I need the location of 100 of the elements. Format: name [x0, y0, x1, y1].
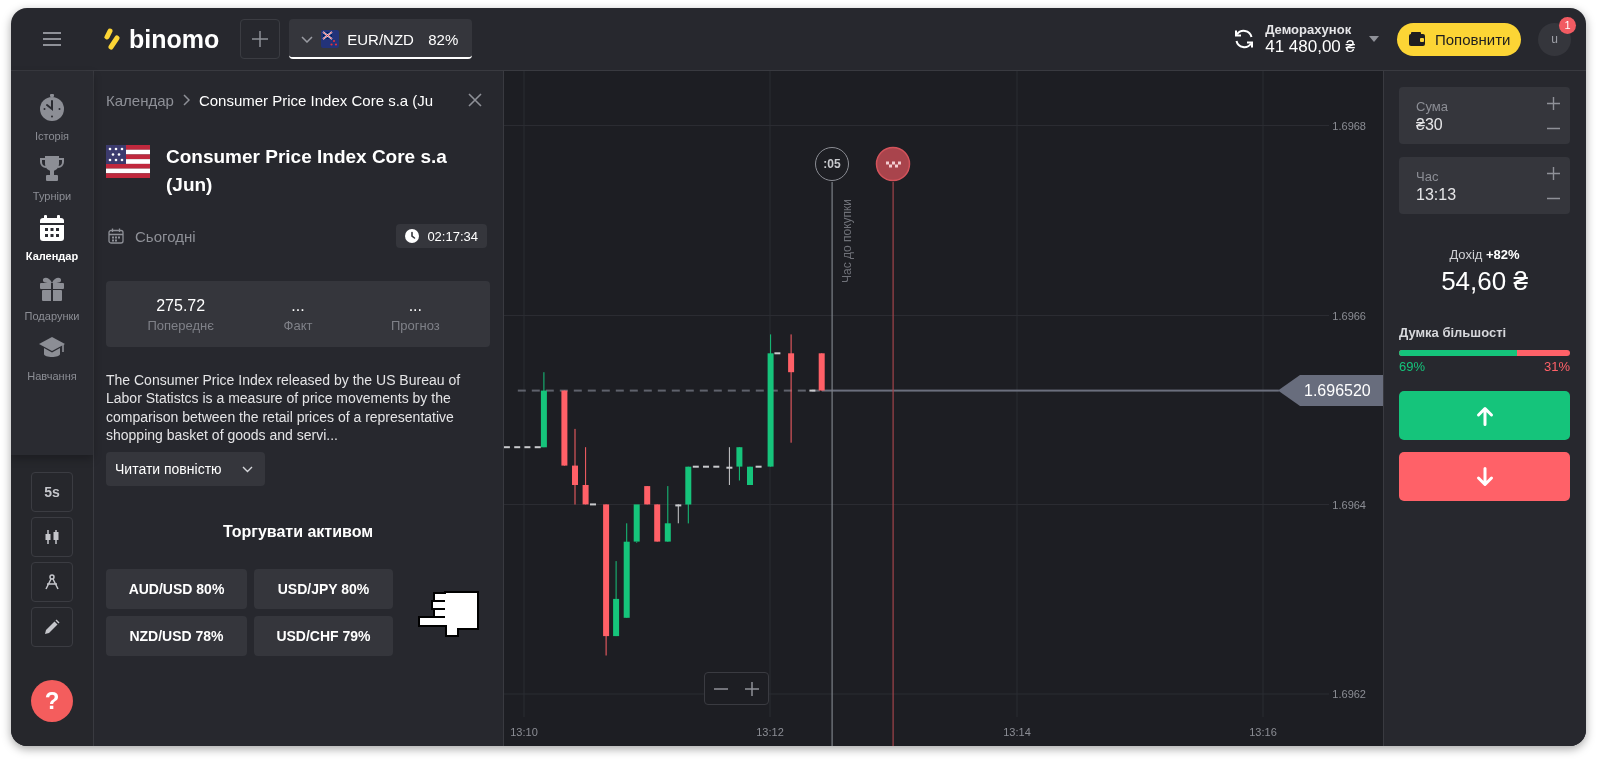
flat-candle [692, 465, 699, 468]
down-percent: 31% [1543, 360, 1570, 374]
price-axis-label: 1.6964 [1332, 497, 1366, 512]
price-axis-label: 1.6962 [1332, 687, 1366, 701]
field-label: Час [1416, 169, 1440, 185]
plus-icon[interactable] [1547, 97, 1560, 110]
finish-flag-icon [875, 146, 911, 182]
candle [726, 447, 733, 485]
field-value: 13:13 [1416, 185, 1457, 205]
time-axis-label: 13:16 [1248, 725, 1278, 739]
field-value: ₴30 [1416, 115, 1444, 135]
flat-candle [514, 446, 521, 449]
sync-icon[interactable] [1233, 28, 1256, 50]
interval-button[interactable]: 5s [31, 472, 73, 512]
candle [664, 486, 671, 542]
countdown-time: 02:17:34 [427, 228, 478, 244]
candle [747, 466, 753, 485]
stat-label: Прогноз [390, 318, 440, 334]
asset-button[interactable]: NZD/USD 78% [106, 616, 247, 657]
indicators-button[interactable] [31, 562, 73, 602]
amount-field[interactable]: Сума ₴30 [1399, 87, 1570, 144]
breadcrumb-current: Consumer Price Index Core s.a (Ju [198, 91, 434, 109]
plus-icon[interactable] [745, 681, 760, 696]
time-axis-label: 13:12 [755, 725, 785, 739]
trade-asset-heading: Торгувати активом [221, 522, 375, 543]
stat-value: ... [291, 296, 305, 316]
price-axis-label: 1.6966 [1332, 308, 1366, 323]
stat-label: Попереднє [147, 318, 214, 334]
candle [644, 486, 651, 505]
asset-button[interactable]: USD/CHF 79% [254, 616, 393, 657]
hand-pointer-icon [418, 590, 480, 637]
nav-item[interactable]: Історія [34, 94, 70, 143]
chevron-down-icon [301, 35, 314, 43]
flat-candle [524, 446, 531, 449]
calendar-icon [38, 214, 66, 242]
flat-candle [774, 352, 781, 355]
stat-label: Факт [283, 318, 313, 334]
profit-amount: 54,60 ₴ [1440, 266, 1529, 296]
current-price-tag: 1.696520 [1278, 375, 1383, 406]
flat-candle [809, 389, 816, 392]
event-description: The Consumer Price Index released by the US Bureau of Labor Statistcs is a measure of price movements by the comparison between the retail prices of a representative shopping basket of goods and servi... [106, 371, 462, 445]
payout-label: Дохід +82% [1448, 247, 1521, 263]
field-label: Сума [1416, 99, 1448, 115]
time-field[interactable]: Час 13:13 [1399, 157, 1570, 214]
up-percent: 69% [1399, 360, 1426, 374]
nav-item[interactable]: Турніри [32, 154, 72, 203]
candle [633, 504, 640, 543]
wallet-icon [1409, 32, 1425, 46]
flat-candle [504, 446, 510, 449]
candle [675, 504, 682, 524]
flat-candle [713, 465, 720, 468]
sentiment-title: Думка більшості [1399, 325, 1508, 341]
chevron-right-icon [182, 94, 190, 106]
candle [736, 447, 743, 481]
flat-candle [703, 465, 709, 468]
pencil-icon [44, 619, 60, 635]
stat-value: ... [408, 296, 422, 316]
account-type: Деморахунок [1265, 21, 1353, 37]
nav-item[interactable]: Подарунки [24, 274, 80, 323]
time-axis-label: 13:10 [509, 725, 539, 739]
asset-button[interactable]: USD/JPY 80% [254, 569, 393, 610]
countdown-timer: :05 [815, 147, 849, 181]
nav-item[interactable]: Календар [25, 214, 79, 263]
time-axis-label: 13:14 [1002, 725, 1032, 739]
asset-tab[interactable]: EUR/NZD 82% [289, 19, 473, 59]
event-title: Consumer Price Index Core s.a (Jun) [166, 145, 448, 197]
trophy-icon [38, 154, 66, 182]
close-icon[interactable] [468, 93, 482, 107]
arrow-up-icon [1475, 405, 1494, 426]
price-axis-label: 1.6968 [1332, 118, 1366, 133]
timer-caption: Час до покупки [840, 199, 854, 283]
asset-button[interactable]: AUD/USD 80% [106, 569, 247, 610]
add-asset-button[interactable] [240, 19, 281, 59]
clock-icon [405, 229, 420, 243]
caret-down-icon[interactable] [1369, 36, 1379, 42]
calendar-icon [108, 228, 124, 244]
flat-candle [755, 465, 762, 468]
notification-count: 1 [1559, 16, 1576, 34]
candle [582, 447, 589, 505]
flag-icon [321, 30, 340, 48]
arrow-down-icon [1475, 466, 1494, 487]
plus-icon[interactable] [1547, 167, 1560, 180]
event-date: Сьогодні [135, 227, 196, 245]
nav-item[interactable]: Навчання [27, 334, 77, 383]
breadcrumb-link[interactable]: Календар [106, 91, 174, 109]
candle [654, 504, 661, 542]
drawing-button[interactable] [31, 607, 73, 647]
candle [818, 353, 825, 391]
menu-icon[interactable] [43, 32, 61, 46]
candle [685, 466, 692, 524]
chart-type-button[interactable] [31, 517, 73, 557]
clock-icon [38, 94, 66, 122]
read-more-button[interactable]: Читати повністю [106, 452, 265, 487]
flat-candle [590, 503, 596, 506]
compass-icon [44, 574, 60, 590]
us-flag-icon [106, 145, 150, 178]
flat-candle [534, 446, 541, 449]
deposit-button[interactable]: Поповнити [1397, 22, 1521, 56]
logo-mark-icon [104, 28, 120, 50]
logo-text: binomo [129, 25, 220, 53]
